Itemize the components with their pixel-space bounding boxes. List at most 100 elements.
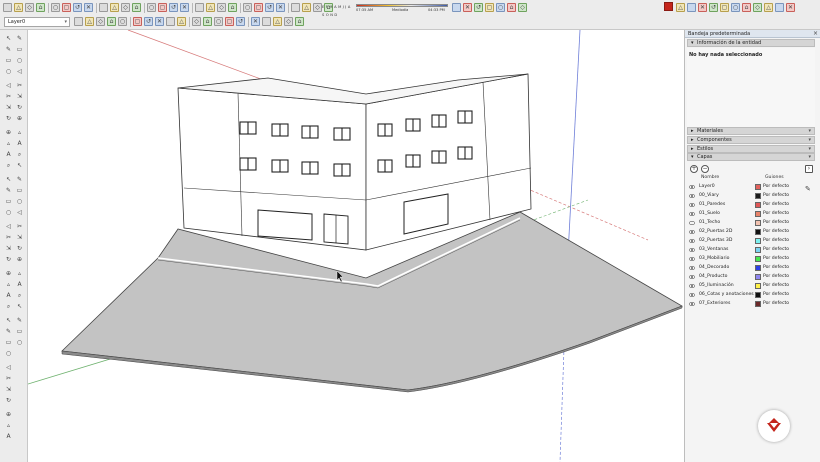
panel-menu-icon[interactable]: ▾ — [808, 154, 811, 160]
eye-icon[interactable] — [688, 230, 696, 234]
drawing-tool-icon[interactable]: ○ — [15, 338, 24, 347]
secondary-tool-icon[interactable]: △ — [85, 17, 94, 26]
primary-tool-icon[interactable]: ▢ — [254, 3, 263, 12]
layer-color-swatch[interactable] — [755, 256, 761, 262]
drawing-tool-icon[interactable]: ↻ — [4, 396, 13, 405]
primary-tool-icon[interactable] — [3, 3, 12, 12]
secondary-tool-icon[interactable]: ↺ — [144, 17, 153, 26]
drawing-tool-icon[interactable]: ✂ — [4, 233, 13, 242]
drawing-tool-icon[interactable]: ◁ — [4, 222, 13, 231]
drawing-tool-icon[interactable]: ↻ — [4, 255, 13, 264]
layer-color-swatch[interactable] — [755, 229, 761, 235]
primary-tool-icon[interactable]: ▢ — [720, 3, 729, 12]
layer-color-swatch[interactable] — [755, 220, 761, 226]
eye-icon[interactable] — [688, 302, 696, 306]
panel-materials[interactable]: ▸ Materiales ▾ — [687, 127, 815, 135]
drawing-tool-icon[interactable]: ○ — [4, 349, 13, 358]
delete-layer-button[interactable]: − — [701, 165, 709, 173]
layer-row[interactable]: 06_Cotas y anotaciones Por defecto — [687, 291, 815, 300]
eye-icon[interactable] — [688, 293, 696, 297]
secondary-tool-icon[interactable]: ✕ — [155, 17, 164, 26]
drawing-tool-icon[interactable]: ✂ — [15, 81, 24, 90]
primary-tool-icon[interactable]: ◇ — [25, 3, 34, 12]
layer-color-swatch[interactable] — [755, 274, 761, 280]
add-layer-button[interactable]: + — [690, 165, 698, 173]
drawing-tool-icon[interactable]: ◁ — [15, 208, 24, 217]
primary-tool-icon[interactable]: ▢ — [62, 3, 71, 12]
layer-row[interactable]: 01_Techo Por defecto — [687, 219, 815, 228]
layer-dash-style[interactable]: Por defecto — [763, 184, 789, 190]
primary-tool-icon[interactable]: ✕ — [698, 3, 707, 12]
shadow-month-selector[interactable]: E F M A M J J A S O N D — [322, 3, 354, 17]
drawing-tool-icon[interactable]: ▵ — [4, 280, 13, 289]
primary-tool-icon[interactable]: ◇ — [518, 3, 527, 12]
layer-details-button[interactable]: › — [805, 165, 813, 173]
primary-tool-icon[interactable]: ▢ — [158, 3, 167, 12]
panel-components[interactable]: ▸ Componentes ▾ — [687, 136, 815, 144]
layer-dash-style[interactable]: Por defecto — [763, 274, 789, 280]
secondary-tool-icon[interactable]: △ — [273, 17, 282, 26]
drawing-tool-icon[interactable]: ▭ — [4, 56, 13, 65]
layer-color-swatch[interactable] — [755, 202, 761, 208]
drawing-tool-icon[interactable]: ⌕ — [15, 291, 24, 300]
secondary-tool-icon[interactable] — [262, 17, 271, 26]
drawing-tool-icon[interactable]: ▭ — [4, 197, 13, 206]
primary-tool-icon[interactable]: ↺ — [474, 3, 483, 12]
pencil-icon[interactable]: ✎ — [805, 185, 811, 193]
primary-tool-icon[interactable] — [452, 3, 461, 12]
close-icon[interactable]: × — [813, 30, 818, 38]
layer-row[interactable]: 04_Producto Por defecto — [687, 273, 815, 282]
drawing-tool-icon[interactable]: A — [4, 150, 13, 159]
eye-icon[interactable] — [688, 203, 696, 207]
secondary-tool-icon[interactable]: ◇ — [96, 17, 105, 26]
drawing-tool-icon[interactable]: ⇲ — [4, 385, 13, 394]
drawing-tool-icon[interactable]: ▭ — [15, 327, 24, 336]
eye-hidden-icon[interactable] — [688, 221, 696, 225]
secondary-tool-icon[interactable]: ◇ — [192, 17, 201, 26]
drawing-tool-icon[interactable]: ▵ — [15, 269, 24, 278]
layer-color-swatch[interactable] — [755, 211, 761, 217]
eye-icon[interactable] — [688, 239, 696, 243]
panel-menu-icon[interactable]: ▾ — [808, 137, 811, 143]
drawing-tool-icon[interactable]: ⊕ — [4, 410, 13, 419]
drawing-tool-icon[interactable]: ⊕ — [15, 255, 24, 264]
layer-dash-style[interactable]: Por defecto — [763, 211, 789, 217]
layer-row[interactable]: 03_Mobiliario Por defecto — [687, 255, 815, 264]
primary-tool-icon[interactable] — [291, 3, 300, 12]
eye-icon[interactable] — [688, 284, 696, 288]
drawing-tool-icon[interactable]: ▵ — [4, 421, 13, 430]
shadow-time-track[interactable] — [356, 4, 448, 7]
drawing-tool-icon[interactable]: ↖ — [4, 316, 13, 325]
panel-menu-icon[interactable]: ▾ — [808, 146, 811, 152]
drawing-tool-icon[interactable]: ⌕ — [4, 161, 13, 170]
primary-tool-icon[interactable]: △ — [302, 3, 311, 12]
panel-menu-icon[interactable]: ▾ — [808, 128, 811, 134]
eye-icon[interactable] — [688, 212, 696, 216]
secondary-tool-icon[interactable]: ⌂ — [107, 17, 116, 26]
layer-selector[interactable]: Layer0 ▾ — [4, 17, 70, 27]
layer-dash-style[interactable]: Por defecto — [763, 193, 789, 199]
primary-tool-icon[interactable]: ⌂ — [36, 3, 45, 12]
secondary-tool-icon[interactable]: ▢ — [225, 17, 234, 26]
drawing-tool-icon[interactable]: A — [15, 139, 24, 148]
drawing-tool-icon[interactable]: ⊕ — [15, 114, 24, 123]
layer-row[interactable]: 01_Suelo Por defecto — [687, 210, 815, 219]
drawing-tool-icon[interactable]: ◁ — [4, 363, 13, 372]
eye-icon[interactable] — [688, 257, 696, 261]
drawing-tool-icon[interactable]: ⊕ — [4, 128, 13, 137]
drawing-tool-icon[interactable]: ⇲ — [15, 233, 24, 242]
panel-entity-info[interactable]: ▾ Información de la entidad — [687, 39, 815, 47]
drawing-tool-icon[interactable]: ⌕ — [15, 150, 24, 159]
modeling-viewport[interactable] — [28, 30, 684, 462]
layer-row[interactable]: 03_Ventanas Por defecto — [687, 246, 815, 255]
drawing-tool-icon[interactable]: ⊕ — [4, 269, 13, 278]
shadow-time-slider[interactable]: 07:35 AM Mediodía 04:33 PM — [356, 3, 448, 12]
primary-tool-icon[interactable]: ◇ — [217, 3, 226, 12]
drawing-tool-icon[interactable]: ⌕ — [4, 302, 13, 311]
drawing-tool-icon[interactable]: ○ — [15, 197, 24, 206]
primary-tool-icon[interactable]: ↺ — [73, 3, 82, 12]
primary-tool-icon[interactable]: ▢ — [485, 3, 494, 12]
layer-color-swatch[interactable] — [755, 184, 761, 190]
layer-dash-style[interactable]: Por defecto — [763, 283, 789, 289]
secondary-tool-icon[interactable]: ○ — [214, 17, 223, 26]
